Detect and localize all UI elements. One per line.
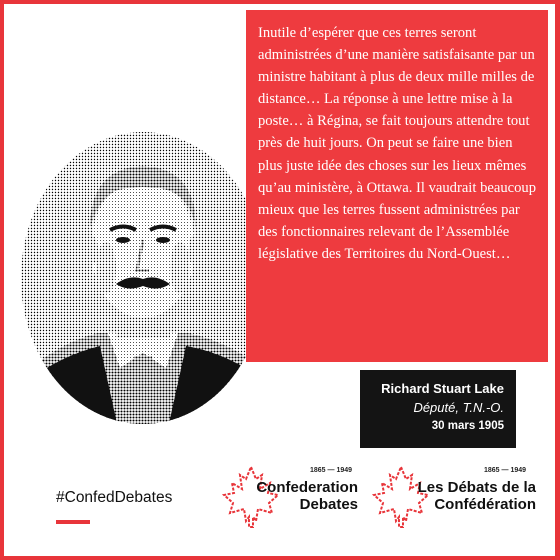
logo-years: 1865 — 1949: [310, 467, 353, 474]
logo-title-line1: Les Débats de la: [417, 479, 536, 496]
logo-title-line2: Confédération: [434, 496, 536, 513]
logo-title-line1: Confederation: [256, 479, 358, 496]
debats-confederation-logo: 1865 — 1949 Les Débats de la Confédérati…: [372, 465, 540, 535]
confederation-debates-logo: 1865 — 1949 Confederation Debates: [222, 465, 362, 535]
hashtag-underline: [56, 520, 90, 524]
speaker-role: Député, T.N.-O.: [413, 400, 504, 415]
portrait-image: [18, 128, 268, 428]
logo-title-line2: Debates: [299, 496, 358, 513]
quote-text: Inutile d’espérer que ces terres seront …: [258, 25, 536, 262]
attribution-box: Richard Stuart Lake Député, T.N.-O. 30 m…: [360, 370, 516, 448]
logo-years: 1865 — 1949: [484, 467, 527, 474]
speaker-name: Richard Stuart Lake: [381, 381, 504, 396]
quote-box: Inutile d’espérer que ces terres seront …: [246, 10, 548, 362]
speech-date: 30 mars 1905: [431, 420, 504, 432]
hashtag: #ConfedDebates: [56, 489, 173, 506]
